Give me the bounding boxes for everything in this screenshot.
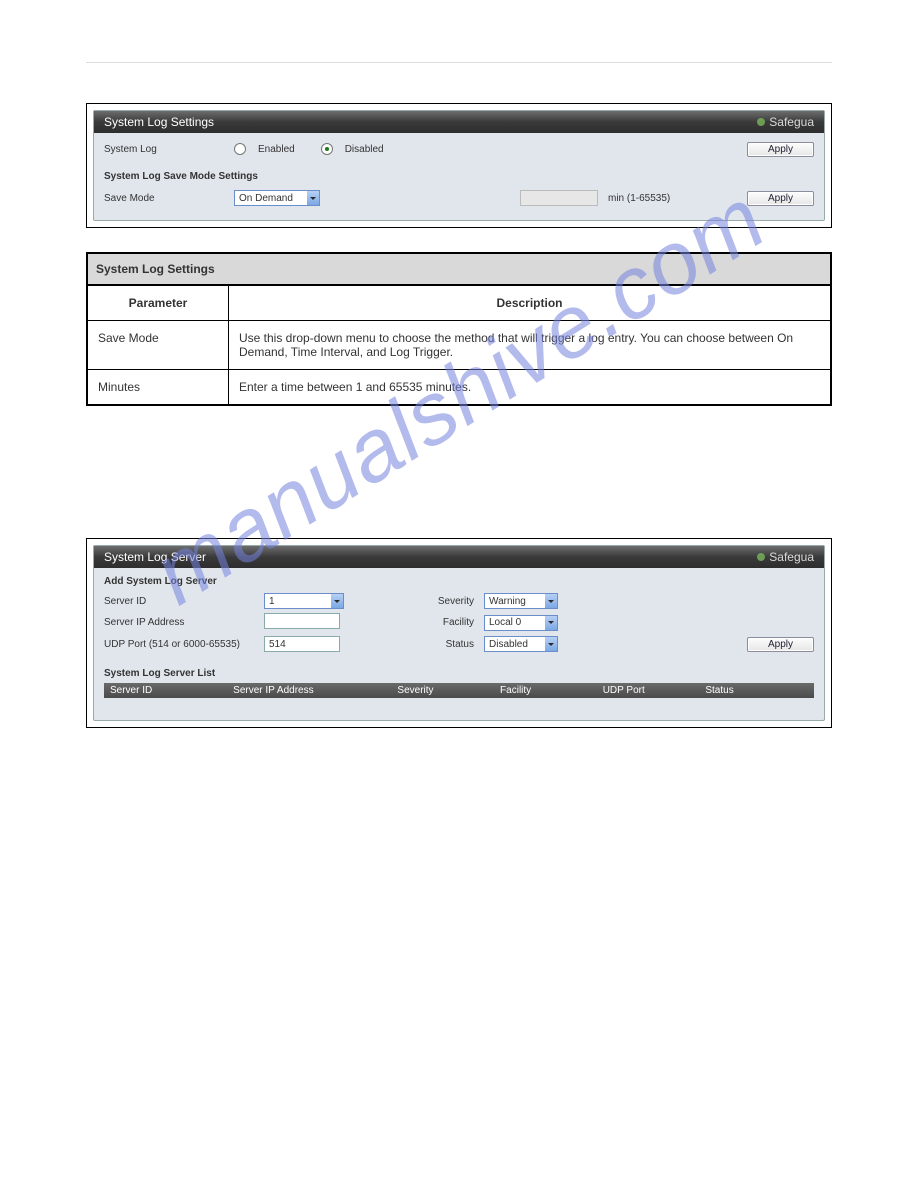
severity-value: Warning — [489, 596, 526, 607]
severity-label: Severity — [374, 596, 484, 607]
apply-button-3[interactable]: Apply — [747, 637, 814, 652]
safeguard-icon — [757, 553, 765, 561]
panel-title-settings: System Log Settings — [104, 115, 214, 129]
radio-disabled[interactable] — [321, 143, 333, 155]
chevron-down-icon — [545, 616, 557, 630]
server-list-title: System Log Server List — [104, 668, 814, 679]
chevron-down-icon — [545, 594, 557, 608]
chevron-down-icon — [307, 191, 319, 205]
server-ip-input[interactable] — [264, 613, 340, 629]
system-log-label: System Log — [104, 144, 224, 155]
table-row: Minutes Enter a time between 1 and 65535… — [87, 370, 831, 406]
udp-port-input[interactable]: 514 — [264, 636, 340, 652]
col-facility: Facility — [500, 685, 603, 696]
server-id-label: Server ID — [104, 596, 264, 607]
radio-disabled-label: Disabled — [345, 144, 384, 155]
safeguard-label-2: Safegua — [769, 550, 814, 564]
safeguard-icon — [757, 118, 765, 126]
facility-select[interactable]: Local 0 — [484, 615, 558, 631]
server-ip-label: Server IP Address — [104, 617, 264, 628]
col-server-ip: Server IP Address — [233, 685, 397, 696]
figure-system-log-server: System Log Server Safegua Add System Log… — [86, 538, 832, 728]
minutes-hint: min (1-65535) — [608, 193, 670, 204]
server-id-select[interactable]: 1 — [264, 593, 344, 609]
figure-system-log-settings: System Log Settings Safegua System Log E… — [86, 103, 832, 228]
status-select[interactable]: Disabled — [484, 636, 558, 652]
status-value: Disabled — [489, 639, 528, 650]
save-mode-value: On Demand — [239, 193, 293, 204]
panel-header-server: System Log Server Safegua — [94, 546, 824, 568]
status-label: Status — [374, 639, 484, 650]
col-parameter: Parameter — [87, 285, 229, 321]
col-udp: UDP Port — [603, 685, 706, 696]
table-row: Save Mode Use this drop-down menu to cho… — [87, 321, 831, 370]
radio-enabled-label: Enabled — [258, 144, 295, 155]
safeguard-label: Safegua — [769, 115, 814, 129]
chevron-down-icon — [545, 637, 557, 651]
param-save-mode: Save Mode — [87, 321, 229, 370]
settings-description-table: System Log Settings Parameter Descriptio… — [86, 252, 832, 406]
panel-title-server: System Log Server — [104, 550, 206, 564]
save-mode-section-title: System Log Save Mode Settings — [104, 171, 814, 182]
apply-button-1[interactable]: Apply — [747, 142, 814, 157]
severity-select[interactable]: Warning — [484, 593, 558, 609]
udp-port-value: 514 — [269, 639, 286, 650]
add-server-title: Add System Log Server — [104, 576, 814, 587]
server-list-empty — [104, 698, 814, 708]
udp-port-label: UDP Port (514 or 6000-65535) — [104, 639, 264, 650]
minutes-input[interactable] — [520, 190, 598, 206]
radio-enabled[interactable] — [234, 143, 246, 155]
chevron-down-icon — [331, 594, 343, 608]
save-mode-label: Save Mode — [104, 193, 224, 204]
top-rule — [86, 62, 832, 63]
table-title: System Log Settings — [87, 253, 831, 285]
server-id-value: 1 — [269, 596, 275, 607]
apply-button-2[interactable]: Apply — [747, 191, 814, 206]
col-server-id: Server ID — [110, 685, 233, 696]
server-list-header: Server ID Server IP Address Severity Fac… — [104, 683, 814, 698]
desc-save-mode: Use this drop-down menu to choose the me… — [229, 321, 832, 370]
col-status: Status — [705, 685, 808, 696]
save-mode-select[interactable]: On Demand — [234, 190, 320, 206]
panel-header-settings: System Log Settings Safegua — [94, 111, 824, 133]
desc-minutes: Enter a time between 1 and 65535 minutes… — [229, 370, 832, 406]
facility-label: Facility — [374, 617, 484, 628]
facility-value: Local 0 — [489, 617, 521, 628]
col-severity: Severity — [397, 685, 500, 696]
col-description: Description — [229, 285, 832, 321]
param-minutes: Minutes — [87, 370, 229, 406]
